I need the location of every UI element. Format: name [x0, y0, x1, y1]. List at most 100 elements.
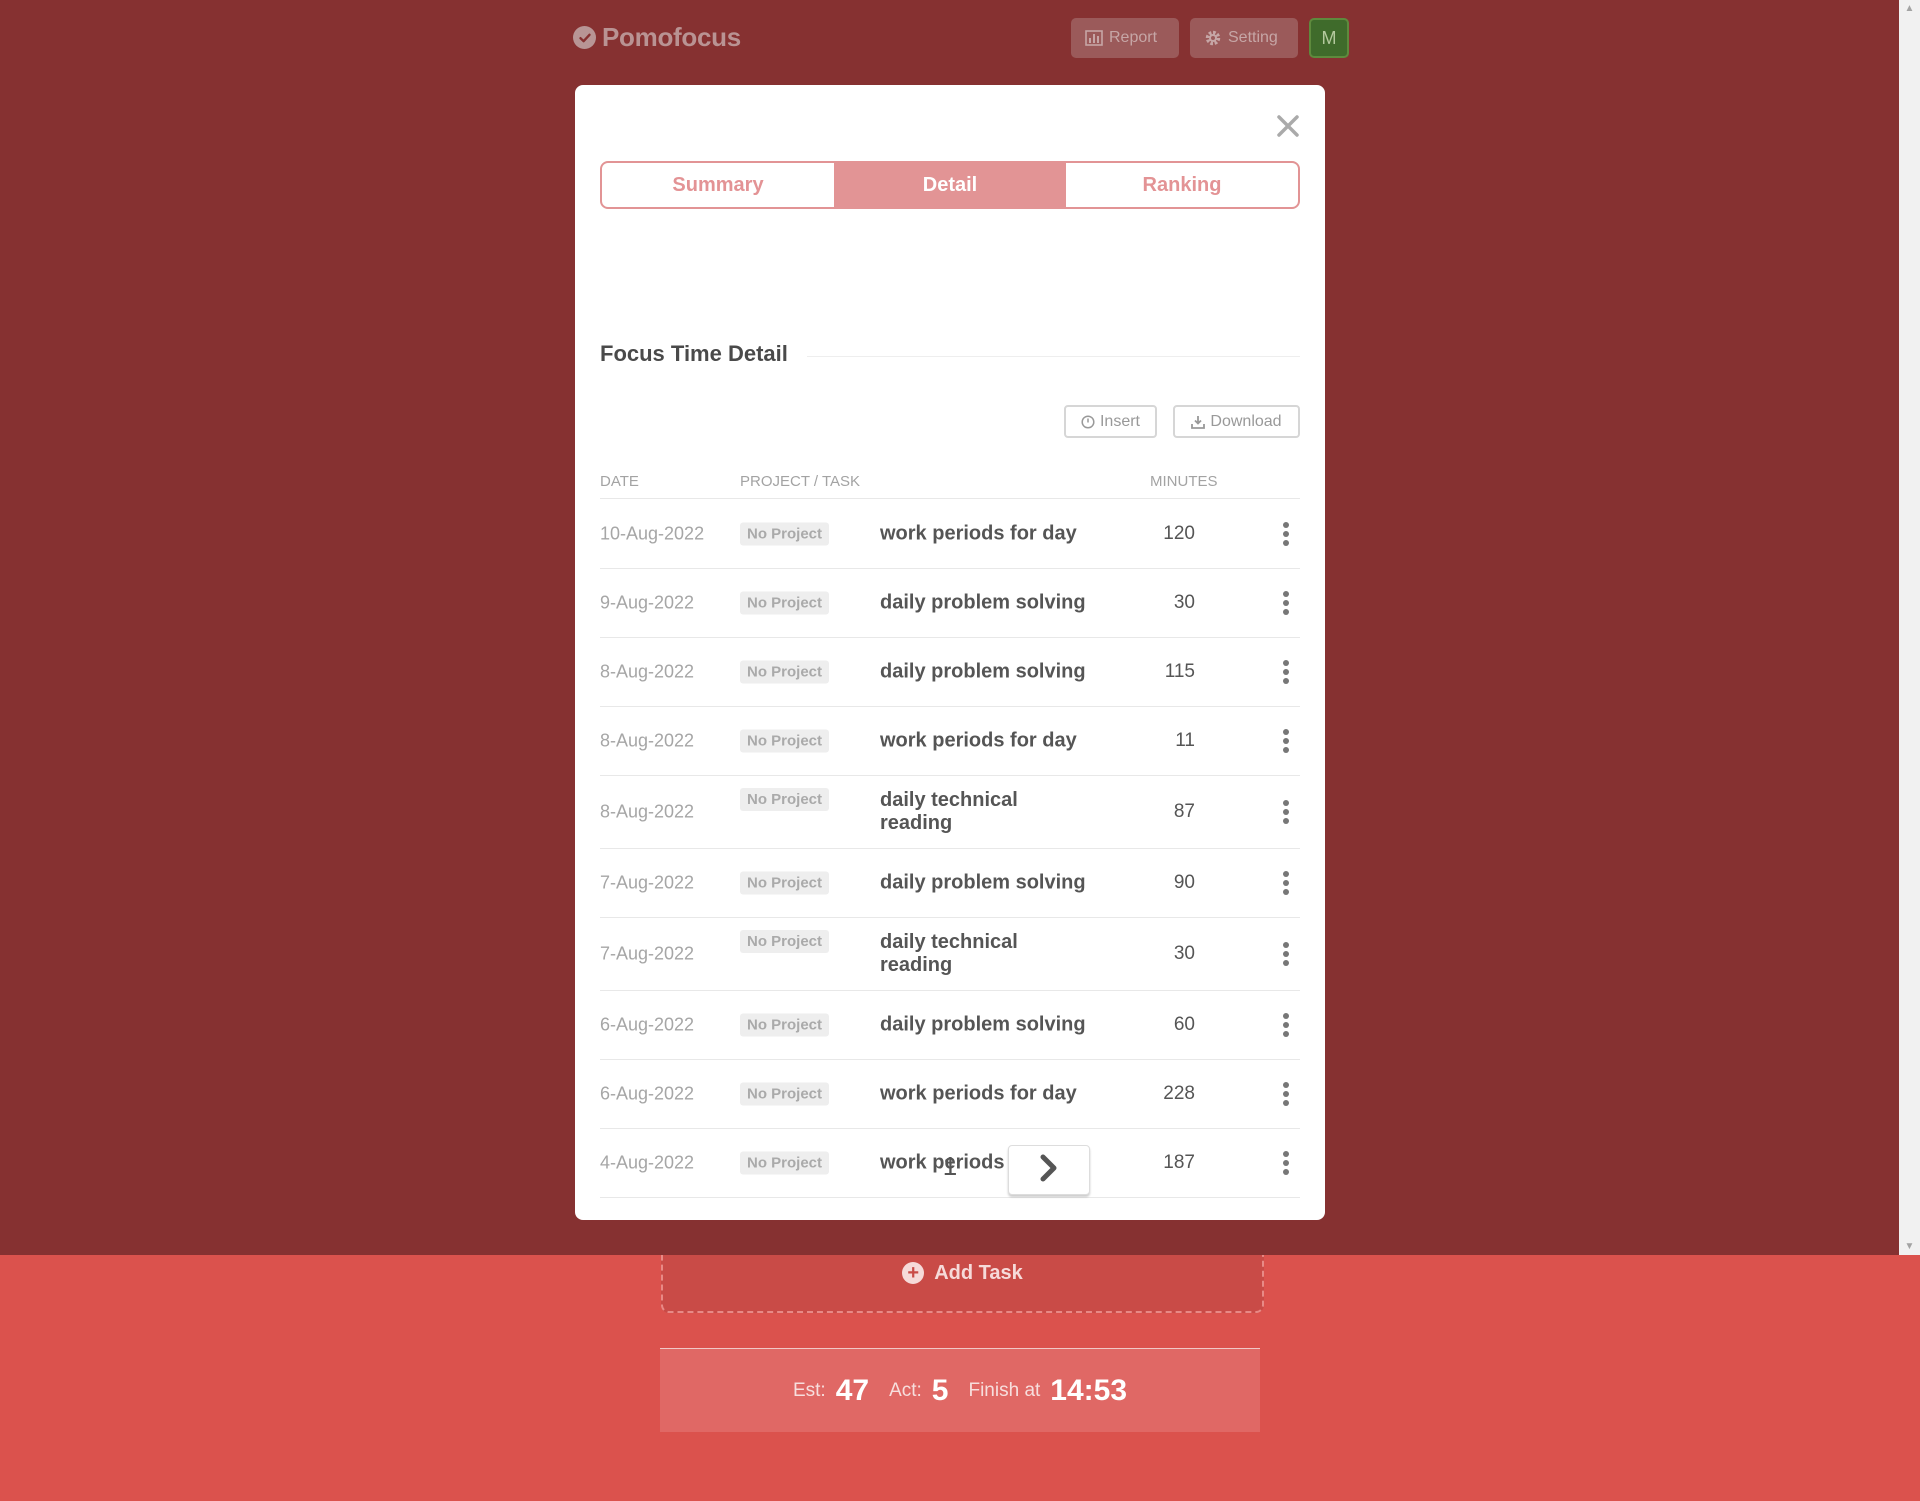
row-task: work periods for day — [880, 1082, 1077, 1105]
section-title: Focus Time Detail — [600, 341, 788, 366]
act-value: 5 — [931, 1373, 949, 1407]
row-task: daily problem solving — [880, 1013, 1086, 1036]
setting-label: Setting — [1228, 29, 1278, 46]
download-label: Download — [1210, 412, 1282, 430]
kebab-menu-icon[interactable] — [1278, 1082, 1294, 1106]
gear-icon — [1204, 29, 1222, 47]
scroll-down-icon[interactable]: ▼ — [1899, 1238, 1920, 1255]
row-minutes: 60 — [1173, 1014, 1195, 1035]
chevron-right-icon — [1038, 1154, 1060, 1187]
kebab-menu-icon[interactable] — [1278, 1151, 1294, 1175]
project-tag: No Project — [740, 1013, 830, 1037]
kebab-menu-icon[interactable] — [1278, 871, 1294, 895]
plus-circle-icon: + — [902, 1262, 925, 1284]
kebab-menu-icon[interactable] — [1278, 591, 1294, 615]
download-icon — [1191, 415, 1206, 429]
row-minutes: 90 — [1173, 872, 1195, 893]
add-task-label: Add Task — [934, 1261, 1023, 1284]
project-tag: No Project — [740, 729, 830, 753]
kebab-menu-icon[interactable] — [1278, 1013, 1294, 1037]
insert-button[interactable]: Insert — [1064, 405, 1157, 438]
report-button[interactable]: Report — [1071, 18, 1179, 58]
table-row: 6-Aug-2022 No Project daily problem solv… — [600, 991, 1300, 1060]
app-name: Pomofocus — [602, 22, 741, 52]
page-scrollbar[interactable]: ▲ ▼ — [1899, 0, 1920, 1255]
clock-icon — [1081, 414, 1095, 429]
table-row: 8-Aug-2022 No Project daily technical re… — [600, 776, 1300, 849]
row-date: 4-Aug-2022 — [600, 1152, 695, 1173]
row-task: work periods for day — [880, 729, 1077, 752]
project-tag: No Project — [740, 591, 830, 615]
report-label: Report — [1109, 29, 1158, 46]
current-page-number: 1 — [942, 1151, 958, 1181]
report-tabs: Summary Detail Ranking — [600, 161, 1300, 209]
scroll-up-icon[interactable]: ▲ — [1899, 0, 1920, 17]
tab-ranking[interactable]: Ranking — [1066, 163, 1298, 207]
table-row: 9-Aug-2022 No Project daily problem solv… — [600, 569, 1300, 638]
section-divider — [807, 356, 1300, 357]
row-minutes: 228 — [1163, 1083, 1195, 1104]
table-row: 8-Aug-2022 No Project work periods for d… — [600, 707, 1300, 776]
check-circle-icon — [573, 26, 596, 49]
row-date: 8-Aug-2022 — [600, 730, 695, 751]
row-date: 6-Aug-2022 — [600, 1083, 695, 1104]
row-date: 6-Aug-2022 — [600, 1014, 695, 1035]
row-date: 8-Aug-2022 — [600, 661, 695, 682]
row-minutes: 87 — [1173, 801, 1195, 822]
row-date: 10-Aug-2022 — [600, 523, 705, 544]
kebab-menu-icon[interactable] — [1278, 522, 1294, 546]
table-row: 7-Aug-2022 No Project daily technical re… — [600, 918, 1300, 991]
row-minutes: 30 — [1173, 592, 1195, 613]
column-header-date: DATE — [600, 473, 639, 490]
project-tag: No Project — [740, 871, 830, 895]
column-header-project-task: PROJECT / TASK — [740, 473, 861, 490]
row-task: work periods for day — [880, 522, 1077, 545]
row-date: 7-Aug-2022 — [600, 943, 695, 964]
kebab-menu-icon[interactable] — [1278, 942, 1294, 966]
download-button[interactable]: Download — [1173, 405, 1300, 438]
report-modal: Summary Detail Ranking Focus Time Detail… — [575, 85, 1325, 1220]
row-minutes: 30 — [1173, 943, 1195, 964]
close-icon[interactable] — [1268, 106, 1308, 146]
app-logo[interactable]: Pomofocus — [573, 22, 741, 53]
row-task: daily technical reading — [880, 789, 1018, 834]
finish-value: 14:53 — [1050, 1373, 1128, 1407]
project-tag: No Project — [740, 788, 830, 811]
table-row: 8-Aug-2022 No Project daily problem solv… — [600, 638, 1300, 707]
row-minutes: 11 — [1175, 730, 1195, 751]
detail-table-body: 10-Aug-2022 No Project work periods for … — [600, 500, 1300, 1198]
bar-chart-icon — [1085, 30, 1103, 46]
tab-detail[interactable]: Detail — [834, 163, 1066, 207]
row-task: daily problem solving — [880, 591, 1086, 614]
kebab-menu-icon[interactable] — [1278, 800, 1294, 824]
row-date: 7-Aug-2022 — [600, 872, 695, 893]
project-tag: No Project — [740, 660, 830, 684]
app-header: Pomofocus Report Setting M — [573, 18, 1349, 62]
est-label: Est: — [792, 1379, 826, 1401]
insert-label: Insert — [1099, 412, 1140, 430]
row-task: daily technical reading — [880, 931, 1018, 976]
est-value: 47 — [835, 1373, 870, 1407]
row-task: daily problem solving — [880, 660, 1086, 683]
project-tag: No Project — [740, 930, 830, 953]
row-date: 9-Aug-2022 — [600, 592, 695, 613]
avatar[interactable]: M — [1309, 18, 1349, 58]
table-row: 7-Aug-2022 No Project daily problem solv… — [600, 849, 1300, 918]
next-page-button[interactable] — [1008, 1145, 1090, 1195]
project-tag: No Project — [740, 522, 830, 546]
row-task: daily problem solving — [880, 871, 1086, 894]
kebab-menu-icon[interactable] — [1278, 660, 1294, 684]
setting-button[interactable]: Setting — [1190, 18, 1298, 58]
row-minutes: 187 — [1163, 1152, 1195, 1173]
finish-label: Finish at — [968, 1379, 1041, 1401]
project-tag: No Project — [740, 1082, 830, 1106]
row-minutes: 115 — [1164, 661, 1195, 682]
column-header-minutes: MINUTES — [1150, 473, 1218, 490]
table-row: 6-Aug-2022 No Project work periods for d… — [600, 1060, 1300, 1129]
estimate-summary-bar: Est: 47 Act: 5 Finish at 14:53 — [660, 1348, 1260, 1432]
table-header: DATE PROJECT / TASK MINUTES — [600, 473, 1300, 499]
row-minutes: 120 — [1163, 523, 1195, 544]
tab-summary[interactable]: Summary — [602, 163, 834, 207]
kebab-menu-icon[interactable] — [1278, 729, 1294, 753]
act-label: Act: — [889, 1379, 922, 1401]
